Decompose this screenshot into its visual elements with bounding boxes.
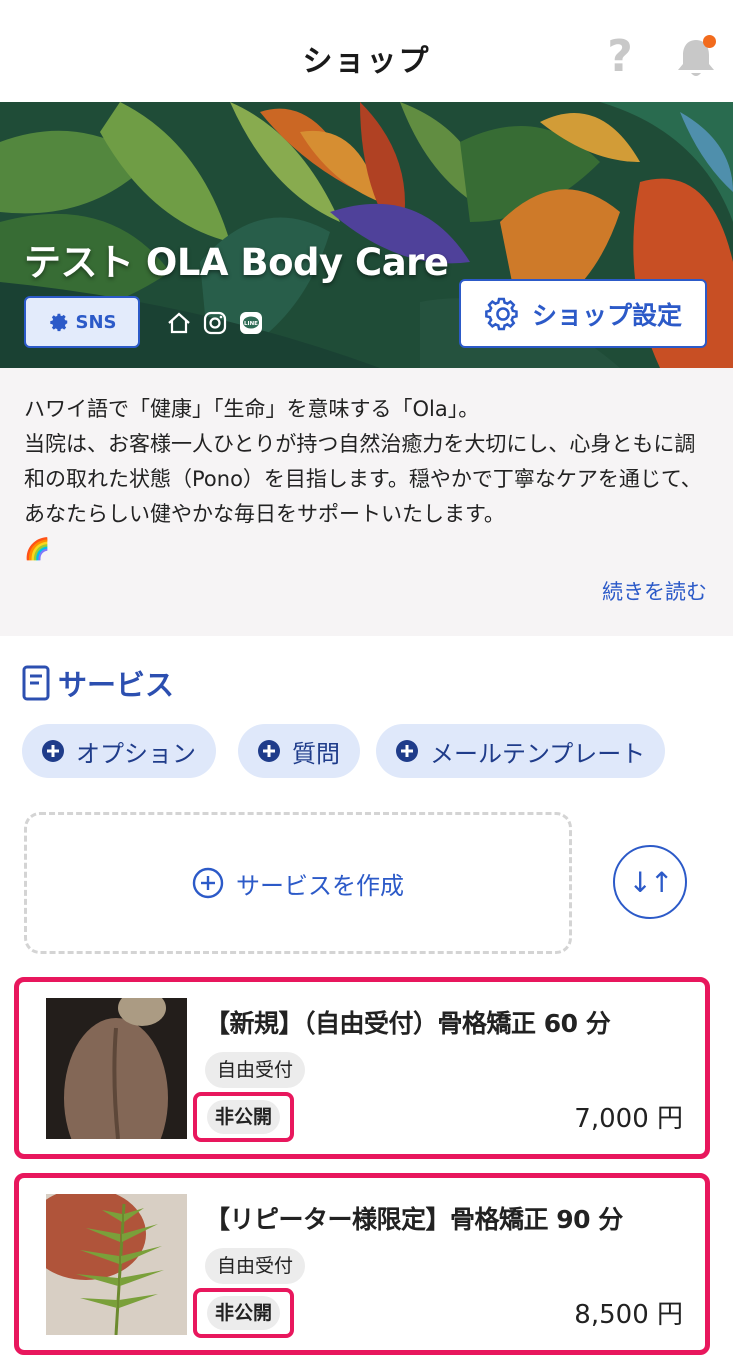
- create-service-button[interactable]: サービスを作成: [24, 812, 572, 954]
- options-chip[interactable]: オプション: [22, 724, 216, 778]
- shop-settings-button[interactable]: ショップ設定: [459, 279, 707, 348]
- service-card[interactable]: 【リピーター様限定】骨格矯正 90 分 自由受付 非公開 8,500 円: [14, 1173, 710, 1355]
- svg-text:LINE: LINE: [244, 321, 258, 327]
- plus-circle-icon: [258, 740, 280, 762]
- question-mark-icon[interactable]: ?: [600, 32, 640, 82]
- chip-label: 質問: [292, 739, 340, 768]
- service-title: 【リピーター様限定】骨格矯正 90 分: [205, 1205, 623, 1234]
- social-links: LINE: [166, 310, 264, 336]
- plus-circle-icon: [396, 740, 418, 762]
- mail-template-chip[interactable]: メールテンプレート: [376, 724, 666, 778]
- plus-circle-outline-icon: [192, 867, 224, 899]
- chip-label: メールテンプレート: [430, 739, 646, 768]
- app-header: ショップ ?: [0, 0, 733, 102]
- home-icon[interactable]: [166, 310, 192, 336]
- shop-name: テスト OLA Body Care: [24, 241, 449, 284]
- read-more-link[interactable]: 続きを読む: [602, 576, 707, 606]
- service-thumbnail-fern: [46, 1194, 187, 1335]
- document-icon: [22, 665, 50, 701]
- private-badge: 非公開: [193, 1092, 295, 1142]
- service-thumbnail-back: [46, 998, 187, 1139]
- service-price: 8,500 円: [574, 1300, 683, 1330]
- description-text: ハワイ語で「健康」「生命」を意味する「Ola」。 当院は、お客様一人ひとりが持つ…: [24, 397, 702, 561]
- shop-description: ハワイ語で「健康」「生命」を意味する「Ola」。 当院は、お客様一人ひとりが持つ…: [0, 368, 733, 636]
- create-service-label: サービスを作成: [236, 871, 404, 900]
- reception-tag: 自由受付: [205, 1248, 306, 1284]
- service-title: 【新規】（自由受付）骨格矯正 60 分: [205, 1009, 611, 1038]
- private-badge-label: 非公開: [207, 1100, 281, 1134]
- services-title-text: サービス: [58, 668, 175, 702]
- private-badge-label: 非公開: [207, 1296, 281, 1330]
- sns-button-label: SNS: [75, 311, 117, 333]
- reception-tag: 自由受付: [205, 1052, 306, 1088]
- services-section-title: サービス: [22, 662, 174, 704]
- sns-settings-button[interactable]: SNS: [24, 296, 140, 348]
- private-badge: 非公開: [193, 1288, 295, 1338]
- service-card[interactable]: 【新規】（自由受付）骨格矯正 60 分 自由受付 非公開 7,000 円: [14, 977, 710, 1159]
- sort-arrows-icon: ↓↑: [628, 865, 674, 899]
- sort-button[interactable]: ↓↑: [613, 845, 687, 919]
- gear-icon: [485, 297, 518, 330]
- notification-dot: [703, 35, 716, 48]
- questions-chip[interactable]: 質問: [238, 724, 360, 778]
- chip-label: オプション: [76, 739, 196, 768]
- line-icon[interactable]: LINE: [238, 310, 264, 336]
- plus-circle-icon: [42, 740, 64, 762]
- shop-settings-label: ショップ設定: [531, 300, 682, 330]
- gear-icon: [49, 313, 67, 332]
- instagram-icon[interactable]: [202, 310, 228, 336]
- service-price: 7,000 円: [574, 1104, 683, 1134]
- shop-banner: テスト OLA Body Care SNS LINE ショップ設定: [0, 102, 733, 368]
